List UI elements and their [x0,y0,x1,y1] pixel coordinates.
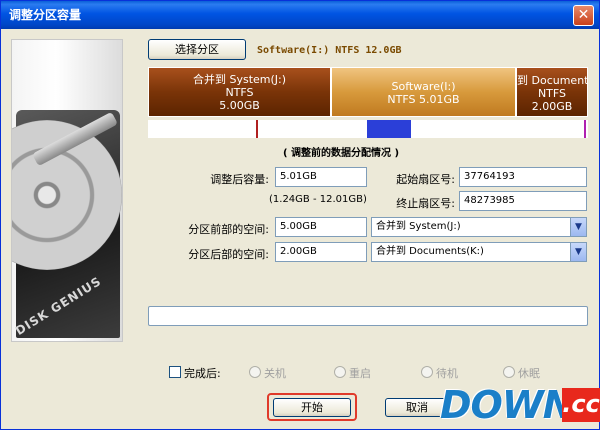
completion-action-label: 完成后: [184,367,221,380]
partition-name: Software(I:) [391,80,456,93]
close-button[interactable]: ✕ [573,5,594,26]
before-space-action-value: 合并到 System(J:) [376,221,461,232]
chevron-down-icon[interactable]: ▼ [570,243,586,261]
select-partition-button[interactable]: 选择分区 [148,39,246,60]
chevron-down-icon[interactable]: ▼ [570,218,586,236]
partition-fs: NTFS [225,86,254,99]
partition-name: 到 Documents(K:) [517,74,587,87]
map-data-block [367,120,411,138]
before-space-label: 分区前部的空间: [188,223,269,236]
partition-fs-size: NTFS 5.01GB [332,93,515,106]
resize-partition-dialog: 调整分区容量 ✕ DISK GENIUS 选择分区 Software(I:) N… [0,0,600,430]
end-sector-input[interactable]: 48273985 [459,191,587,211]
watermark-text: DOWN [440,383,575,427]
start-button-label: 开始 [301,401,323,414]
end-sector-label: 终止扇区号: [396,197,455,210]
completion-action-checkbox[interactable] [169,366,181,378]
radio-standby-label: 待机 [436,367,458,380]
radio-shutdown[interactable] [249,366,261,378]
partition-size: 5.00GB [219,99,260,112]
distribution-section-title: ( 调整前的数据分配情况 ) [283,148,400,159]
watermark-logo: DOWN .cc [440,380,600,430]
radio-standby[interactable] [421,366,433,378]
radio-hibernate-label: 休眠 [518,367,540,380]
watermark-suffix: .cc [562,388,600,422]
after-space-input[interactable]: 2.00GB [275,242,367,262]
start-sector-label: 起始扇区号: [396,173,455,186]
selected-partition-info: Software(I:) NTFS 12.0GB [257,45,402,56]
new-size-input[interactable]: 5.01GB [275,167,367,187]
radio-restart[interactable] [334,366,346,378]
progress-bar [148,306,588,326]
before-space-action-select[interactable]: 合并到 System(J:) ▼ [371,217,587,237]
data-distribution-map [148,120,588,138]
size-range-hint: (1.24GB - 12.01GB) [269,194,367,205]
partition-size: 2.00GB [531,100,573,113]
close-icon: ✕ [577,7,590,23]
map-boundary-marker [256,120,258,138]
partition-fs: NTFS [537,87,567,100]
after-space-action-value: 合并到 Documents(K:) [376,246,484,257]
partition-segment-before[interactable]: 合并到 System(J:) NTFS 5.00GB [148,67,331,117]
partition-segment-after[interactable]: 到 Documents(K:) NTFS 2.00GB [516,67,588,117]
map-boundary-marker [584,120,586,138]
after-space-label: 分区后部的空间: [188,248,269,261]
after-space-action-select[interactable]: 合并到 Documents(K:) ▼ [371,242,587,262]
start-sector-input[interactable]: 37764193 [459,167,587,187]
radio-restart-label: 重启 [349,367,371,380]
partition-size: 5.01GB [419,93,460,106]
disk-genius-logo-image: DISK GENIUS [11,39,123,342]
partition-fs: NTFS [387,93,416,106]
before-space-input[interactable]: 5.00GB [275,217,367,237]
radio-hibernate[interactable] [503,366,515,378]
start-button[interactable]: 开始 [273,398,351,417]
window-title: 调整分区容量 [9,8,82,22]
partition-name: 合并到 System(J:) [192,73,287,86]
title-bar: 调整分区容量 ✕ [1,1,599,29]
partition-layout-bar: 合并到 System(J:) NTFS 5.00GB Software(I:) … [148,67,588,117]
radio-shutdown-label: 关机 [264,367,286,380]
new-size-label: 调整后容量: [210,173,269,186]
cancel-button-label: 取消 [406,401,428,414]
select-partition-label: 选择分区 [175,43,219,56]
partition-segment-current[interactable]: Software(I:) NTFS 5.01GB [331,67,516,117]
